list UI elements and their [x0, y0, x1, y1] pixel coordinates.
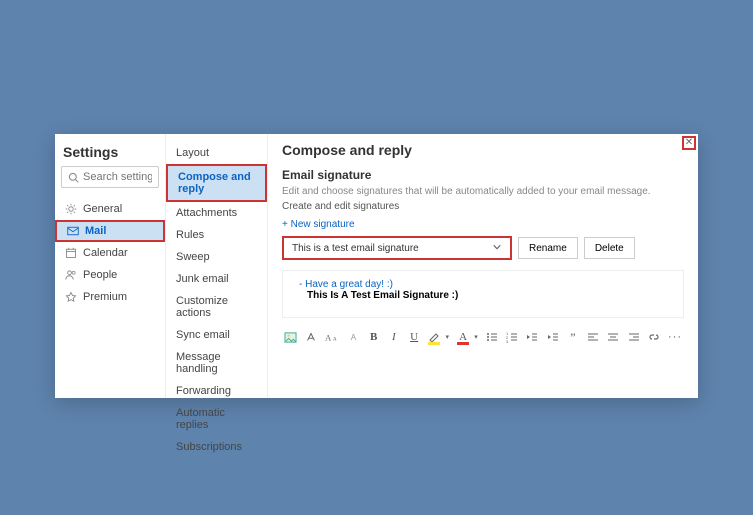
settings-primary-nav: Settings General Mail Calendar People Pr…	[55, 134, 166, 398]
premium-icon	[65, 291, 77, 303]
subnav-junk[interactable]: Junk email	[166, 268, 267, 290]
highlight-button[interactable]	[428, 330, 440, 344]
nav-people-label: People	[83, 269, 117, 281]
subnav-attachments[interactable]: Attachments	[166, 202, 267, 224]
people-icon	[65, 269, 77, 281]
subnav-message-handling[interactable]: Message handling	[166, 346, 267, 380]
close-button[interactable]: ✕	[682, 136, 696, 150]
font-size-icon[interactable]: AA	[325, 330, 339, 344]
subnav-compose-reply[interactable]: Compose and reply	[166, 164, 267, 202]
editor-line-2: This Is A Test Email Signature :)	[299, 290, 667, 301]
subnav-sweep[interactable]: Sweep	[166, 246, 267, 268]
nav-calendar[interactable]: Calendar	[55, 242, 165, 264]
subnav-customize[interactable]: Customize actions	[166, 290, 267, 324]
panel-compose-reply: Compose and reply Email signature Edit a…	[268, 134, 698, 398]
chevron-down-icon	[492, 242, 502, 255]
subnav-subscriptions[interactable]: Subscriptions	[166, 436, 267, 458]
new-signature-link[interactable]: + New signature	[282, 219, 355, 230]
outdent-icon[interactable]	[526, 330, 538, 344]
rename-button[interactable]: Rename	[518, 237, 578, 259]
font-size-small-icon[interactable]: A	[347, 330, 359, 344]
nav-mail-label: Mail	[85, 225, 106, 237]
quote-icon[interactable]: ”	[567, 330, 579, 344]
nav-premium-label: Premium	[83, 291, 127, 303]
italic-button[interactable]: I	[388, 330, 400, 344]
link-icon[interactable]	[648, 330, 660, 344]
subnav-sync[interactable]: Sync email	[166, 324, 267, 346]
bullet-list-icon[interactable]	[486, 330, 498, 344]
section-title-signature: Email signature	[282, 168, 684, 182]
nav-general-label: General	[83, 203, 122, 215]
signature-row: This is a test email signature Rename De…	[282, 236, 684, 260]
align-right-icon[interactable]	[628, 330, 640, 344]
signature-hint-1: Edit and choose signatures that will be …	[282, 186, 684, 197]
underline-button[interactable]: U	[408, 330, 420, 344]
settings-window: ✕ Settings General Mail Calendar People …	[55, 134, 698, 398]
bold-button[interactable]: B	[368, 330, 380, 344]
calendar-icon	[65, 247, 77, 259]
subnav-auto-replies[interactable]: Automatic replies	[166, 402, 267, 436]
align-left-icon[interactable]	[587, 330, 599, 344]
number-list-icon[interactable]: 123	[506, 330, 518, 344]
nav-mail[interactable]: Mail	[55, 220, 165, 242]
font-color-chevron-icon[interactable]: ▾	[474, 333, 478, 341]
settings-subnav: Layout Compose and reply Attachments Rul…	[166, 134, 268, 398]
nav-people[interactable]: People	[55, 264, 165, 286]
nav-calendar-label: Calendar	[83, 247, 128, 259]
svg-text:3: 3	[506, 339, 509, 343]
highlight-chevron-icon[interactable]: ▾	[446, 333, 450, 341]
signature-select[interactable]: This is a test email signature	[282, 236, 512, 260]
subnav-rules[interactable]: Rules	[166, 224, 267, 246]
subnav-forwarding[interactable]: Forwarding	[166, 380, 267, 402]
editor-line-1: Have a great day! :)	[305, 279, 393, 290]
font-color-button[interactable]: A	[457, 330, 469, 344]
mail-icon	[67, 225, 79, 237]
signature-select-value: This is a test email signature	[292, 243, 419, 254]
signature-hint-2: Create and edit signatures	[282, 201, 684, 212]
more-button[interactable]: ···	[668, 330, 682, 344]
nav-premium[interactable]: Premium	[55, 286, 165, 308]
subnav-layout[interactable]: Layout	[166, 142, 267, 164]
search-icon	[68, 172, 79, 183]
search-input-wrap[interactable]	[61, 166, 159, 188]
editor-toolbar: AA A B I U ▾ A ▾ 123 ” ···	[282, 326, 684, 348]
gear-icon	[65, 203, 77, 215]
panel-title: Compose and reply	[282, 142, 684, 158]
indent-icon[interactable]	[547, 330, 559, 344]
svg-text:A: A	[325, 333, 332, 343]
settings-title: Settings	[55, 142, 165, 166]
align-center-icon[interactable]	[607, 330, 619, 344]
nav-general[interactable]: General	[55, 198, 165, 220]
font-icon[interactable]	[305, 330, 317, 344]
svg-text:A: A	[333, 337, 337, 343]
insert-image-icon[interactable]	[284, 330, 297, 344]
delete-button[interactable]: Delete	[584, 237, 635, 259]
search-input[interactable]	[83, 171, 152, 183]
signature-editor[interactable]: - Have a great day! :) This Is A Test Em…	[282, 270, 684, 318]
